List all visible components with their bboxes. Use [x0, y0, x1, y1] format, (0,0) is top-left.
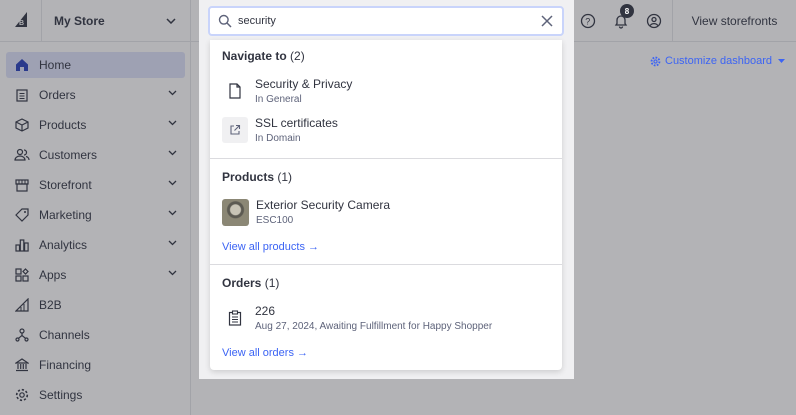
customize-dashboard-label: Customize dashboard: [665, 55, 773, 67]
sidebar-item-label: Customers: [39, 148, 98, 162]
sidebar-item-apps[interactable]: Apps: [6, 262, 185, 288]
help-icon[interactable]: ?: [578, 11, 598, 31]
search-input[interactable]: [238, 15, 528, 27]
section-count: (1): [277, 170, 293, 184]
home-icon: [14, 57, 30, 73]
sidebar-item-label: Apps: [39, 268, 67, 282]
orders-icon: [14, 87, 30, 103]
result-subtitle: Aug 27, 2024, Awaiting Fulfillment for H…: [255, 321, 493, 332]
marketing-icon: [14, 207, 30, 223]
view-all-orders-link[interactable]: View all orders →: [222, 347, 308, 359]
svg-text:?: ?: [585, 17, 590, 27]
result-subtitle: ESC100: [256, 215, 294, 226]
orders-section-title: Orders (1): [222, 276, 279, 290]
storefront-icon: [14, 177, 30, 193]
divider: [210, 158, 562, 159]
section-title-text: Orders: [222, 276, 262, 290]
order-result-226[interactable]: 226 Aug 27, 2024, Awaiting Fulfillment f…: [222, 302, 552, 334]
clipboard-icon: [222, 305, 248, 331]
sidebar-item-label: Analytics: [39, 238, 88, 252]
store-selector[interactable]: My Store: [42, 0, 191, 41]
chevron-down-icon: [168, 150, 177, 156]
search-icon: [218, 14, 232, 28]
bigcommerce-logo[interactable]: B: [0, 0, 42, 41]
result-title: Exterior Security Camera: [256, 198, 391, 212]
navigate-section-title: Navigate to (2): [222, 49, 305, 63]
result-title: 226: [255, 304, 276, 318]
store-name: My Store: [54, 13, 105, 28]
product-result-exterior-security-camera[interactable]: Exterior Security Camera ESC100: [222, 196, 552, 228]
divider: [210, 264, 562, 265]
sidebar-item-storefront[interactable]: Storefront: [6, 172, 185, 198]
result-subtitle: In General: [255, 94, 302, 105]
sidebar-item-label: Financing: [39, 358, 92, 372]
apps-icon: [14, 267, 30, 283]
arrow-right-icon: →: [308, 241, 320, 253]
external-link-icon: [222, 117, 248, 143]
sidebar-item-label: Storefront: [39, 178, 92, 192]
chevron-down-icon: [168, 240, 177, 246]
arrow-right-icon: →: [297, 347, 309, 359]
sidebar-item-label: Home: [39, 58, 72, 72]
sidebar-item-channels[interactable]: Channels: [6, 322, 185, 348]
product-thumbnail: [222, 198, 249, 226]
notification-badge: 8: [620, 4, 634, 18]
section-count: (2): [290, 49, 305, 63]
customize-dashboard-button[interactable]: Customize dashboard: [650, 55, 786, 67]
financing-icon: [14, 357, 30, 373]
b2b-icon: [14, 297, 30, 313]
chevron-down-icon: [168, 120, 177, 126]
channels-icon: [14, 327, 30, 343]
gear-icon: [650, 56, 661, 66]
chevron-down-icon: [168, 210, 177, 216]
link-text: View all products: [222, 241, 305, 253]
analytics-icon: [14, 237, 30, 253]
sidebar-item-settings[interactable]: Settings: [6, 382, 185, 408]
account-icon[interactable]: [644, 11, 664, 31]
svg-text:B: B: [19, 20, 24, 27]
view-all-products-link[interactable]: View all products →: [222, 241, 319, 253]
sidebar-item-customers[interactable]: Customers: [6, 142, 185, 168]
view-storefronts-button[interactable]: View storefronts: [672, 0, 796, 41]
sidebar-item-products[interactable]: Products: [6, 112, 185, 138]
sidebar-item-b2b[interactable]: B2B: [6, 292, 185, 318]
result-title: SSL certificates: [255, 116, 338, 130]
chevron-down-icon: [168, 270, 177, 276]
close-icon[interactable]: [540, 14, 554, 28]
sidebar-item-marketing[interactable]: Marketing: [6, 202, 185, 228]
sidebar-item-analytics[interactable]: Analytics: [6, 232, 185, 258]
chevron-down-icon: [168, 90, 177, 96]
sidebar: Home Orders Products Customers Storefron…: [0, 42, 191, 415]
sidebar-item-label: B2B: [39, 298, 62, 312]
products-section-title: Products (1): [222, 170, 292, 184]
search-box[interactable]: [208, 6, 564, 36]
result-subtitle: In Domain: [255, 133, 301, 144]
chevron-down-icon: [168, 180, 177, 186]
sidebar-item-label: Orders: [39, 88, 76, 102]
sidebar-item-label: Marketing: [39, 208, 92, 222]
result-title: Security & Privacy: [255, 77, 353, 91]
sidebar-item-home[interactable]: Home: [6, 52, 185, 78]
document-icon: [222, 78, 248, 104]
sidebar-item-label: Channels: [39, 328, 90, 342]
sidebar-item-label: Settings: [39, 388, 83, 402]
sidebar-item-orders[interactable]: Orders: [6, 82, 185, 108]
settings-icon: [14, 387, 30, 403]
sidebar-item-label: Products: [39, 118, 87, 132]
navigate-result-ssl-certificates[interactable]: SSL certificates In Domain: [222, 114, 552, 146]
section-title-text: Products: [222, 170, 275, 184]
chevron-down-icon: [166, 17, 176, 24]
products-icon: [14, 117, 30, 133]
link-text: View all orders: [222, 347, 294, 359]
section-title-text: Navigate to: [222, 49, 287, 63]
section-count: (1): [264, 276, 280, 290]
sidebar-item-financing[interactable]: Financing: [6, 352, 185, 378]
search-results-panel: Navigate to (2) Security & Privacy In Ge…: [210, 40, 562, 370]
navigate-result-security-privacy[interactable]: Security & Privacy In General: [222, 75, 552, 107]
caret-down-icon: [778, 59, 786, 63]
customers-icon: [14, 147, 30, 163]
